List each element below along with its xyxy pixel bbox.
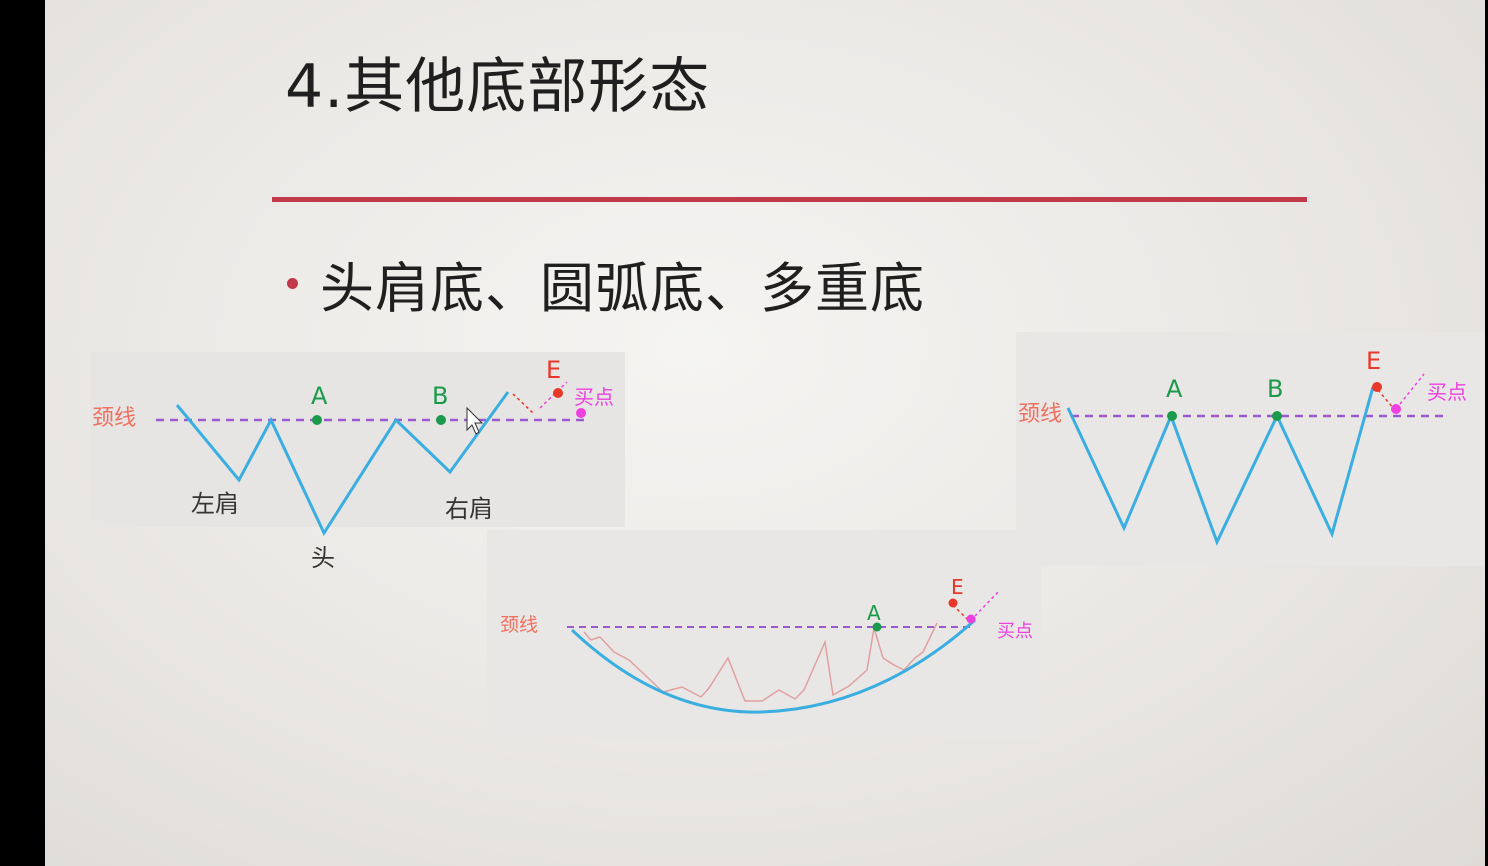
head-label: 头 xyxy=(311,544,335,572)
point-a-label: A xyxy=(867,601,881,625)
neckline-label: 颈线 xyxy=(1018,402,1062,427)
point-a-label: A xyxy=(1166,375,1183,403)
point-a-marker xyxy=(1167,411,1177,421)
point-b-label: B xyxy=(1267,375,1283,403)
title-divider xyxy=(272,197,1307,202)
buy-point-label: 买点 xyxy=(1427,380,1467,404)
buy-point-label: 买点 xyxy=(574,385,614,409)
screen-frame: 4.其他底部形态 头肩底、圆弧底、多重底 颈线 A B E 买点 左肩 头 右肩… xyxy=(0,0,1488,866)
rebound-line xyxy=(974,591,999,617)
point-b-marker xyxy=(436,415,446,425)
point-e-label: E xyxy=(951,575,964,599)
multiple-bottom-svg: 颈线 A B E 买点 xyxy=(1018,347,1467,546)
point-e-marker xyxy=(553,388,563,398)
arc-curve xyxy=(570,618,977,714)
price-line xyxy=(583,622,938,702)
point-a-marker xyxy=(312,415,322,425)
left-shoulder-label: 左肩 xyxy=(191,490,239,518)
diagram-backdrop xyxy=(90,352,625,527)
neckline-label: 颈线 xyxy=(500,614,538,636)
buy-point-label: 买点 xyxy=(997,621,1033,642)
point-e-marker xyxy=(948,598,958,608)
buy-point-marker xyxy=(1391,404,1401,414)
multiple-bottom-diagram: 颈线 A B E 买点 xyxy=(1016,332,1485,566)
rebound-line xyxy=(1399,373,1425,405)
price-line xyxy=(1066,386,1375,546)
round-bottom-diagram: 颈线 A E 买点 xyxy=(487,530,1041,738)
bullet-item: 头肩底、圆弧底、多重底 xyxy=(287,244,925,323)
point-a-label: A xyxy=(311,382,328,410)
point-e-label: E xyxy=(1366,347,1381,375)
buy-point-marker xyxy=(576,408,586,418)
right-shoulder-label: 右肩 xyxy=(445,495,493,523)
neckline-label: 颈线 xyxy=(92,406,136,431)
point-b-label: B xyxy=(432,382,448,410)
slide-title: 4.其他底部形态 xyxy=(285,52,711,122)
pullback-line xyxy=(1377,389,1395,410)
round-bottom-svg: 颈线 A E 买点 xyxy=(500,575,1033,714)
bullet-text: 头肩底、圆弧底、多重底 xyxy=(320,257,925,320)
presentation-slide: 4.其他底部形态 头肩底、圆弧底、多重底 颈线 A B E 买点 左肩 头 右肩… xyxy=(45,0,1485,866)
point-b-marker xyxy=(1272,411,1282,421)
bullet-dot-icon xyxy=(287,278,298,289)
point-e-label: E xyxy=(546,356,561,384)
point-e-marker xyxy=(1372,382,1382,392)
buy-point-marker xyxy=(966,614,976,624)
